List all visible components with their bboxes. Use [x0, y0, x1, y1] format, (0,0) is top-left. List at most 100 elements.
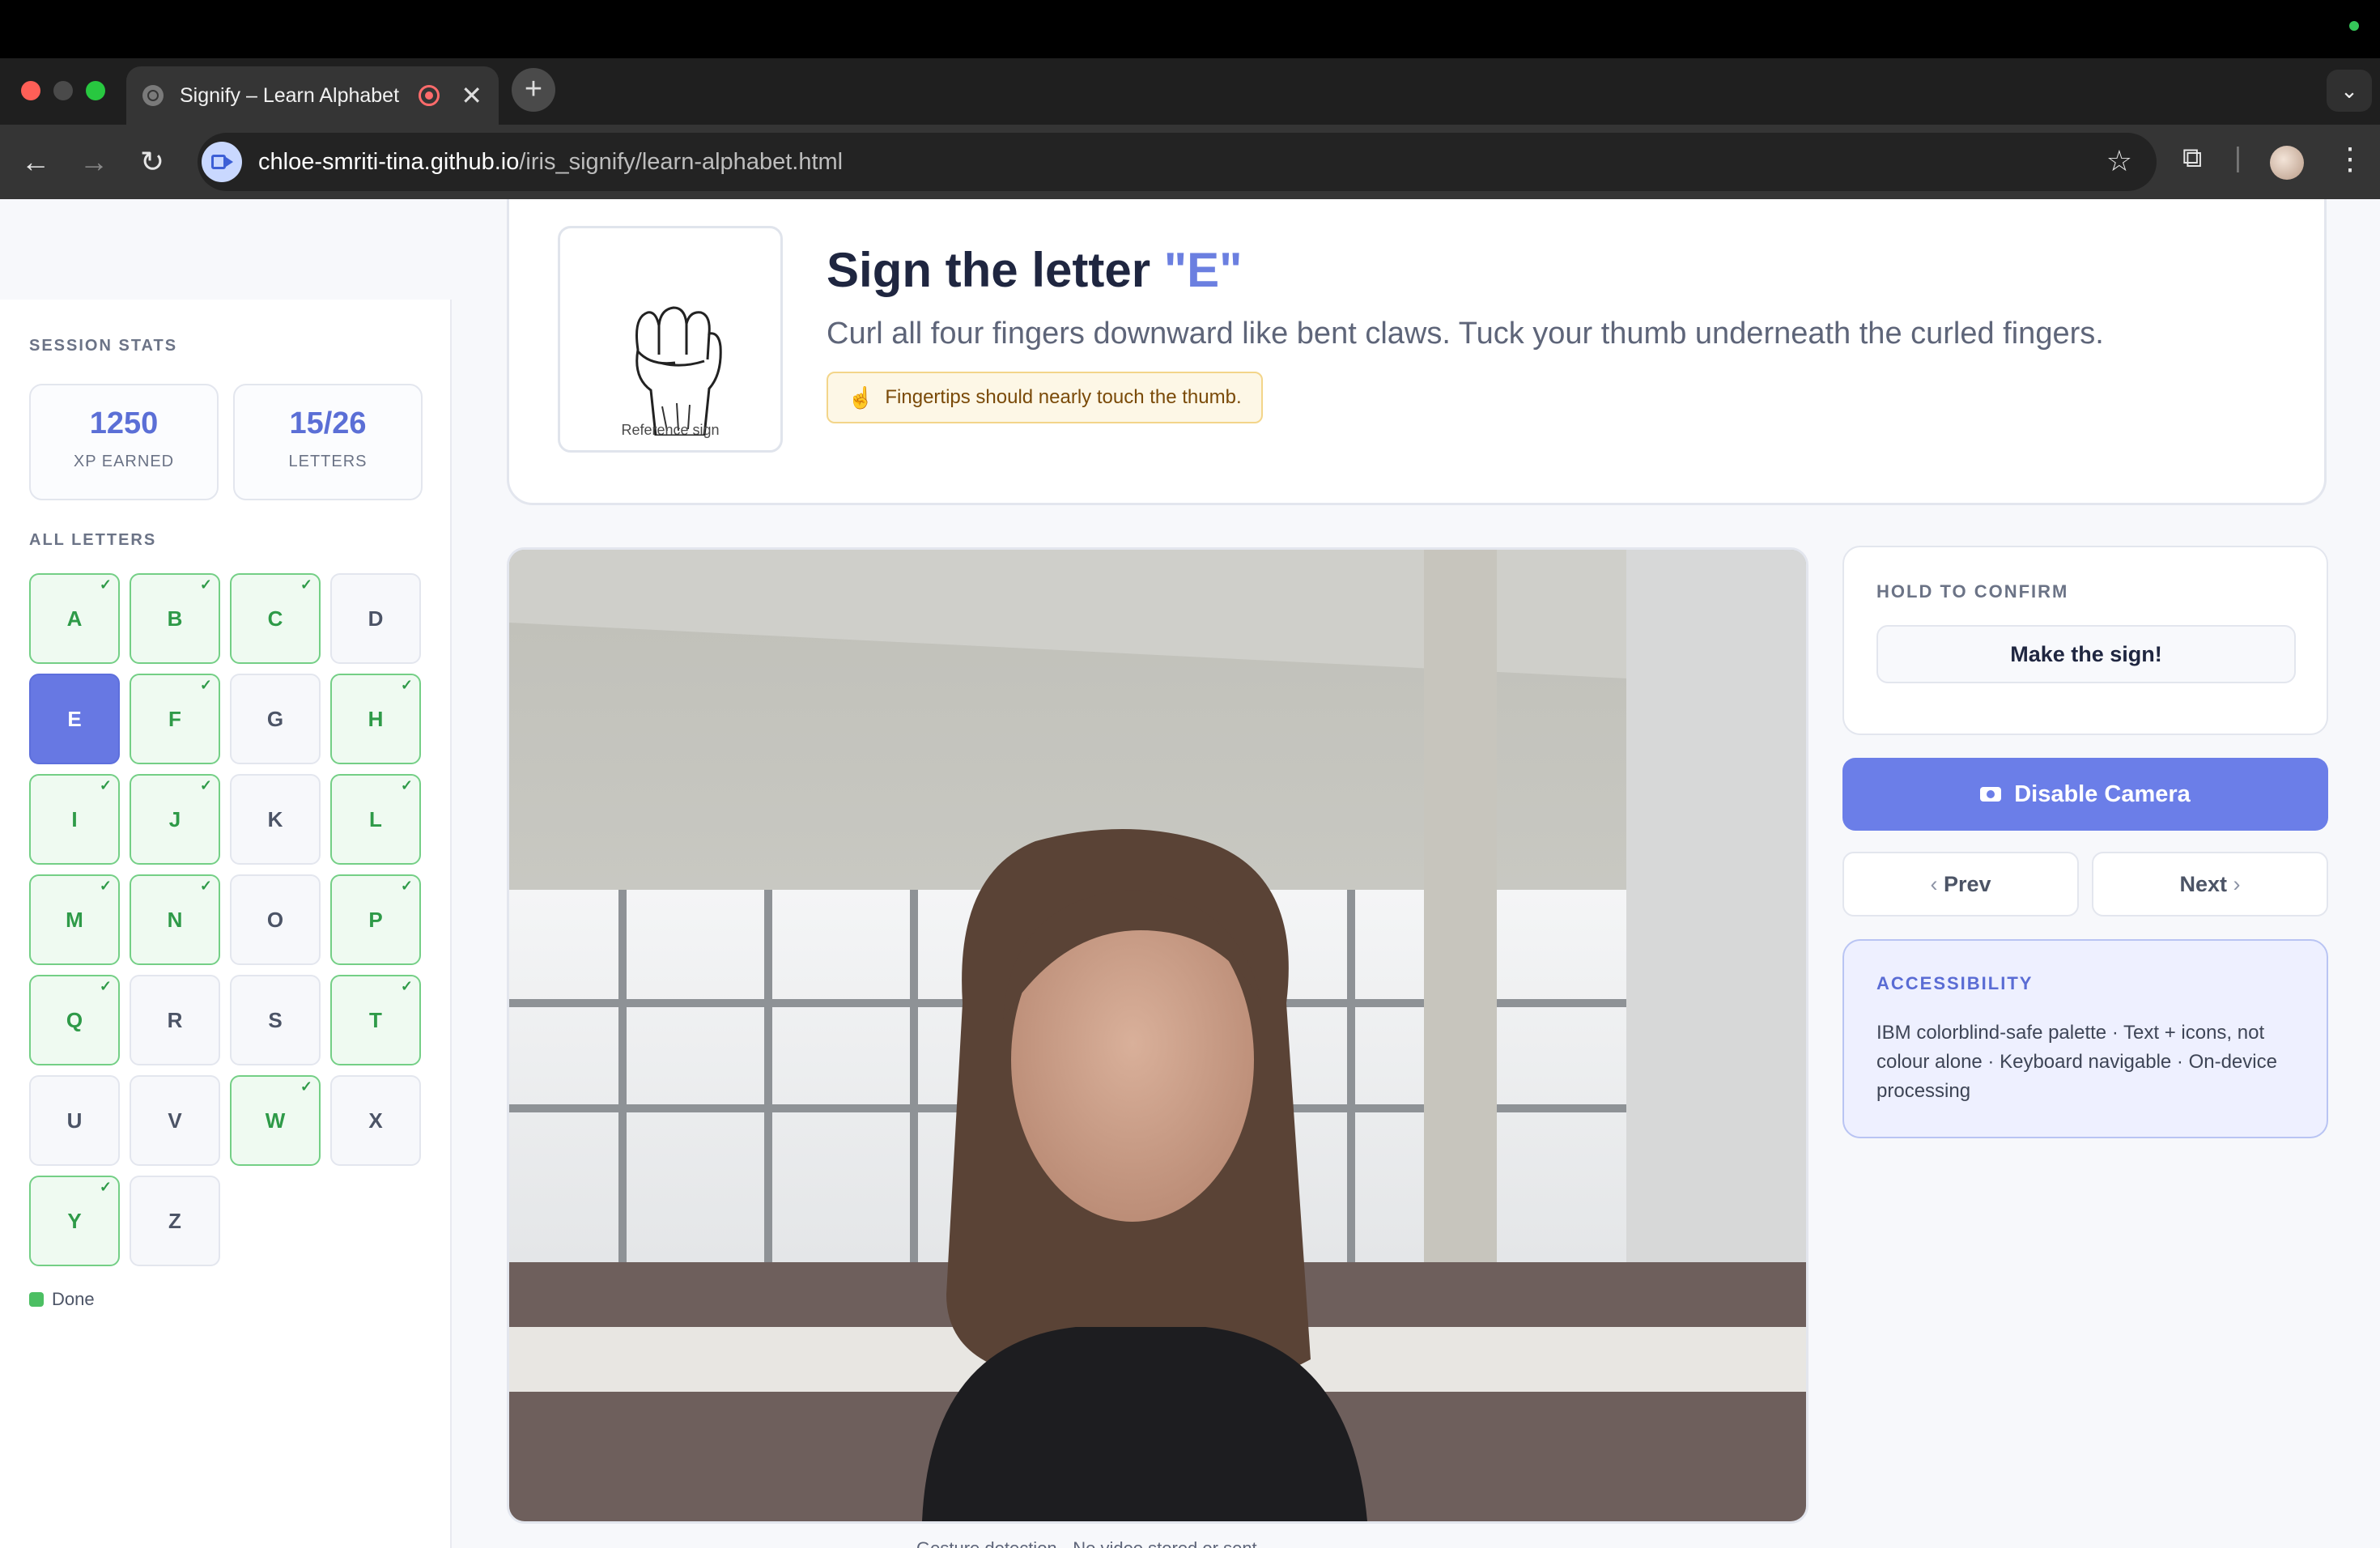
letter-tile-label: U: [66, 1108, 83, 1133]
letter-tile-label: T: [369, 1007, 382, 1032]
camera-icon: [1980, 787, 2002, 802]
new-tab-button[interactable]: +: [512, 68, 555, 112]
browser-tab-strip: Signify – Learn Alphabet ✕ + ⌄: [0, 58, 2380, 125]
letter-tile-label: G: [266, 706, 284, 731]
letter-tile-r[interactable]: R: [130, 975, 220, 1065]
letter-tile-y[interactable]: Y ✓: [29, 1176, 120, 1266]
letter-tile-label: N: [167, 907, 183, 932]
letter-tile-label: W: [265, 1108, 286, 1133]
letter-tile-label: F: [168, 706, 181, 731]
disable-camera-button[interactable]: Disable Camera: [1842, 758, 2328, 831]
prev-label: Prev: [1943, 872, 1991, 896]
letter-tile-g[interactable]: G: [230, 674, 321, 764]
checkmark-icon: ✓: [99, 1179, 112, 1195]
letter-tile-label: K: [267, 806, 283, 831]
webcam-image: [509, 550, 1806, 1521]
checkmark-icon: ✓: [199, 576, 212, 593]
letter-tile-f[interactable]: F ✓: [130, 674, 220, 764]
checkmark-icon: ✓: [400, 878, 413, 894]
letter-tile-n[interactable]: N ✓: [130, 874, 220, 965]
letter-tile-k[interactable]: K: [230, 774, 321, 865]
letter-tile-z[interactable]: Z: [130, 1176, 220, 1266]
letter-tile-label: S: [268, 1007, 283, 1032]
done-swatch: [29, 1292, 44, 1307]
window-maximize-icon[interactable]: [86, 81, 105, 100]
letter-tile-d[interactable]: D: [330, 573, 421, 664]
letter-tile-q[interactable]: Q ✓: [29, 975, 120, 1065]
status-dot-icon: [2349, 21, 2359, 31]
forward-icon[interactable]: →: [76, 144, 112, 180]
letter-tile-b[interactable]: B ✓: [130, 573, 220, 664]
letter-tile-label: I: [71, 806, 78, 831]
chevron-left-icon: ‹: [1930, 872, 1938, 896]
tab-title: Signify – Learn Alphabet: [180, 83, 400, 107]
back-icon[interactable]: ←: [18, 144, 53, 180]
extensions-icon[interactable]: ⧉: [2182, 142, 2202, 174]
checkmark-icon: ✓: [199, 677, 212, 693]
sign-description: Curl all four fingers downward like bent…: [827, 317, 2104, 351]
reference-caption: Reference sign: [621, 422, 720, 438]
all-letters-label: ALL LETTERS: [29, 531, 157, 549]
letter-tile-t[interactable]: T ✓: [330, 975, 421, 1065]
letter-tile-label: E: [67, 706, 82, 731]
letter-tile-x[interactable]: X: [330, 1075, 421, 1166]
window-close-icon[interactable]: [21, 81, 40, 100]
letter-tile-label: B: [167, 606, 183, 631]
address-bar[interactable]: chloe-smriti-tina.github.io/iris_signify…: [198, 133, 2157, 191]
letter-tile-label: M: [66, 907, 83, 932]
checkmark-icon: ✓: [300, 1078, 312, 1095]
xp-stat-card: 1250 XP EARNED: [29, 384, 219, 500]
browser-menu-icon[interactable]: ⋮: [2335, 141, 2365, 177]
next-button[interactable]: Next ›: [2092, 852, 2328, 916]
letter-tile-c[interactable]: C ✓: [230, 573, 321, 664]
letter-tile-label: L: [369, 806, 382, 831]
letter-tile-s[interactable]: S: [230, 975, 321, 1065]
letter-tile-p[interactable]: P ✓: [330, 874, 421, 965]
checkmark-icon: ✓: [400, 777, 413, 793]
letter-tile-a[interactable]: A ✓: [29, 573, 120, 664]
accessibility-text: IBM colorblind-safe palette · Text + ico…: [1876, 1022, 2277, 1102]
prev-button[interactable]: ‹ Prev: [1842, 852, 2079, 916]
sidebar: SESSION STATS 1250 XP EARNED 15/26 LETTE…: [0, 300, 452, 1548]
profile-avatar[interactable]: [2270, 146, 2304, 180]
letter-tile-label: D: [368, 606, 384, 631]
letter-tile-m[interactable]: M ✓: [29, 874, 120, 965]
letter-tile-label: Z: [168, 1208, 181, 1233]
reload-icon[interactable]: ↻: [134, 144, 170, 180]
letter-tile-v[interactable]: V: [130, 1075, 220, 1166]
tab-close-icon[interactable]: ✕: [461, 80, 482, 111]
letter-tile-j[interactable]: J ✓: [130, 774, 220, 865]
letter-tile-u[interactable]: U: [29, 1075, 120, 1166]
letter-tile-i[interactable]: I ✓: [29, 774, 120, 865]
os-menu-bar: [0, 0, 2380, 58]
window-minimize-icon[interactable]: [53, 81, 73, 100]
letter-tile-e[interactable]: E: [29, 674, 120, 764]
checkmark-icon: ✓: [99, 777, 112, 793]
letter-tile-label: O: [266, 907, 284, 932]
lesson-card: Reference sign Sign the letter "E" Curl …: [507, 199, 2327, 505]
bookmark-star-icon[interactable]: ☆: [2106, 144, 2132, 178]
browser-tab[interactable]: Signify – Learn Alphabet ✕: [126, 66, 499, 125]
letter-tile-label: V: [168, 1108, 182, 1133]
legend: Done: [29, 1289, 95, 1310]
letter-tile-h[interactable]: H ✓: [330, 674, 421, 764]
session-stats-label: SESSION STATS: [29, 337, 178, 355]
reference-sign-image: Reference sign: [558, 226, 783, 453]
camera-in-use-icon[interactable]: [202, 142, 242, 182]
tab-search-icon[interactable]: ⌄: [2327, 70, 2372, 112]
letter-tile-w[interactable]: W ✓: [230, 1075, 321, 1166]
letter-tile-label: C: [267, 606, 283, 631]
recording-icon: [419, 85, 440, 106]
legend-done-label: Done: [52, 1289, 95, 1309]
accessibility-card: ACCESSIBILITY IBM colorblind-safe palett…: [1842, 939, 2328, 1138]
target-letter: "E": [1163, 243, 1243, 297]
letter-tile-o[interactable]: O: [230, 874, 321, 965]
hold-to-confirm-card: HOLD TO CONFIRM Make the sign!: [1842, 546, 2328, 735]
checkmark-icon: ✓: [99, 878, 112, 894]
letter-tile-label: Q: [66, 1007, 83, 1032]
letter-tile-label: J: [168, 806, 181, 831]
page-title: Sign the letter "E": [827, 243, 1243, 297]
tip-badge: ☝ Fingertips should nearly touch the thu…: [827, 372, 1263, 423]
letter-tile-label: A: [66, 606, 83, 631]
letter-tile-l[interactable]: L ✓: [330, 774, 421, 865]
